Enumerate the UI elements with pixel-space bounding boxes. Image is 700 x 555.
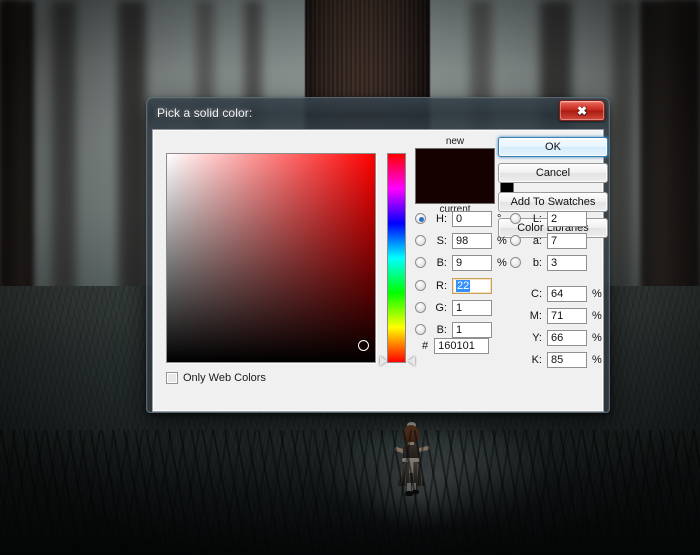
label-g: G: [435,301,447,314]
radio-l[interactable] [510,213,521,224]
unit-b: % [497,256,507,269]
unit-y: % [592,331,602,344]
ok-button[interactable]: OK [498,137,608,157]
unit-c: % [592,287,602,300]
hex-hash-label: # [422,339,429,352]
saturation-brightness-field[interactable] [166,153,376,363]
add-to-swatches-button[interactable]: Add To Swatches [498,192,608,212]
field-row-y: Y: 66% [510,329,604,346]
hue-slider[interactable] [387,153,406,363]
input-b[interactable]: 9 [452,254,492,271]
only-web-colors-label: Only Web Colors [183,372,266,384]
label-b: B: [436,323,447,336]
selected-text: 22 [456,279,471,292]
dialog-title: Pick a solid color: [157,106,253,120]
dialog-body: Only Web Colors new current OK Cancel Ad… [152,129,608,412]
field-row-m: M: 71% [510,307,604,324]
label-l: L: [532,212,542,225]
field-row-g: G: 1 [415,299,509,316]
radio-a[interactable] [510,235,521,246]
field-row-a: a: 7 [510,232,604,249]
field-row-b: B: 1 [415,321,509,338]
label-m: M: [529,309,542,322]
radio-s[interactable] [415,235,426,246]
input-y[interactable]: 66 [547,329,587,346]
label-r: R: [436,279,447,292]
cancel-button[interactable]: Cancel [498,163,608,183]
input-r[interactable]: 22 [452,277,492,294]
label-y: Y: [532,331,542,344]
only-web-colors-row[interactable]: Only Web Colors [166,372,266,384]
input-b[interactable]: 1 [452,321,492,338]
input-g[interactable]: 1 [452,299,492,316]
new-color-swatch[interactable] [416,149,494,203]
field-row-k: K: 85% [510,351,604,368]
new-color-label: new [445,136,465,147]
input-b[interactable]: 3 [547,254,587,271]
field-row-l: L: 2 [510,210,604,227]
label-a: a: [532,234,542,247]
hsb-rgb-field-group: H: 0 ° S: 98% B: 9% R: 22 G: 1 B: 1 [415,210,509,343]
radio-b[interactable] [510,257,521,268]
radio-b[interactable] [415,257,426,268]
color-swatch-box[interactable] [415,148,495,204]
sb-brightness-gradient [167,154,375,362]
input-h[interactable]: 0 [452,210,492,227]
field-row-c: C: 64% [510,285,604,302]
label-h: H: [436,212,447,225]
label-c: C: [531,287,542,300]
field-row-b: B: 9% [415,254,509,271]
field-row-b: b: 3 [510,254,604,271]
input-a[interactable]: 7 [547,232,587,249]
hue-slider-left-handle[interactable] [380,356,387,366]
field-row-h: H: 0 ° [415,210,509,227]
label-s: S: [436,234,447,247]
field-row-r: R: 22 [415,277,509,294]
input-k[interactable]: 85 [547,351,587,368]
hex-input[interactable]: 160101 [434,337,490,354]
unit-s: % [497,234,507,247]
lab-field-group: L: 2 a: 7 b: 3 [510,210,604,276]
hex-field-row: # 160101 [415,337,490,359]
close-icon: ✖ [576,103,588,118]
input-c[interactable]: 64 [547,285,587,302]
unit-k: % [592,353,602,366]
dialog-title-bar[interactable]: Pick a solid color: ✖ [148,99,608,129]
only-web-colors-checkbox[interactable] [166,372,178,384]
radio-h[interactable] [415,213,426,224]
input-l[interactable]: 2 [547,210,587,227]
input-s[interactable]: 98 [452,232,492,249]
label-k: K: [531,353,542,366]
field-row-s: S: 98% [415,232,509,249]
label-b: b: [532,256,542,269]
radio-b[interactable] [415,324,426,335]
label-b: B: [436,256,447,269]
radio-r[interactable] [415,280,426,291]
close-button[interactable]: ✖ [559,100,605,121]
hue-slider-right-handle[interactable] [408,356,415,366]
color-picker-dialog: Pick a solid color: ✖ Only Web Colors ne… [146,97,610,413]
unit-h: ° [497,212,502,225]
radio-g[interactable] [415,302,426,313]
unit-m: % [592,309,602,322]
input-m[interactable]: 71 [547,307,587,324]
cmyk-field-group: C: 64% M: 71% Y: 66% K: 85% [510,285,604,373]
